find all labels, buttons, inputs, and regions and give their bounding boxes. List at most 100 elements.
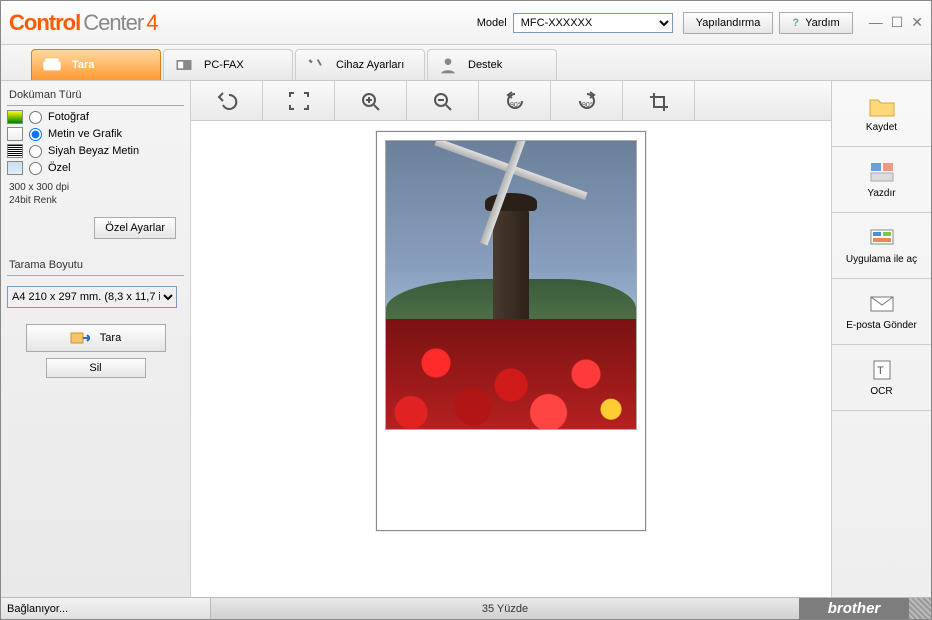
fit-icon xyxy=(288,91,310,111)
doctype-textgraphic[interactable]: Metin ve Grafik xyxy=(7,127,184,141)
doctype-photo-radio[interactable] xyxy=(29,111,42,124)
close-button[interactable]: ✕ xyxy=(911,14,923,31)
tab-support[interactable]: Destek xyxy=(427,49,557,80)
tab-scan[interactable]: Tara xyxy=(31,49,161,80)
help-icon: ? xyxy=(792,17,799,29)
maximize-button[interactable]: ☐ xyxy=(891,14,904,31)
app-logo: ControlCenter4 xyxy=(9,10,158,36)
window-controls: — ☐ ✕ xyxy=(869,14,923,31)
statusbar: Bağlanıyor... 35 Yüzde brother xyxy=(1,597,931,619)
tab-pcfax-label: PC-FAX xyxy=(204,59,244,71)
doctype-custom-radio[interactable] xyxy=(29,162,42,175)
tab-device-label: Cihaz Ayarları xyxy=(336,59,404,71)
scanned-page[interactable] xyxy=(376,131,646,531)
zoom-in-button[interactable] xyxy=(335,81,407,120)
crop-icon xyxy=(648,91,670,111)
open-app-icon xyxy=(868,226,896,250)
size-title: Tarama Boyutu xyxy=(7,255,184,276)
tools-icon xyxy=(306,56,326,74)
rotate-cw-icon: 90° xyxy=(574,91,600,111)
textgraphic-icon xyxy=(7,127,23,141)
person-icon xyxy=(438,56,458,74)
scan-button-label: Tara xyxy=(100,332,121,344)
minimize-button[interactable]: — xyxy=(869,14,883,31)
status-brand: brother xyxy=(799,598,909,619)
scan-size-select[interactable]: A4 210 x 297 mm. (8,3 x 11,7 inç) xyxy=(7,286,177,308)
svg-text:90°: 90° xyxy=(510,101,521,109)
doctype-bw-radio[interactable] xyxy=(29,145,42,158)
doctype-photo-label: Fotoğraf xyxy=(48,111,89,123)
toolbar-rest xyxy=(695,81,831,120)
custom-settings-button[interactable]: Özel Ayarlar xyxy=(94,217,176,239)
action-print[interactable]: Yazdır xyxy=(832,147,931,213)
resize-grip[interactable] xyxy=(909,598,931,619)
action-email-label: E-posta Gönder xyxy=(846,320,917,331)
logo-word-2: Center xyxy=(83,10,143,35)
folder-icon xyxy=(868,94,896,118)
scan-button[interactable]: Tara xyxy=(26,324,166,352)
scan-meta-color: 24bit Renk xyxy=(9,194,184,207)
configure-button[interactable]: Yapılandırma xyxy=(683,12,774,34)
preview-toolbar: 90° 90° xyxy=(191,81,831,121)
help-button[interactable]: ? Yardım xyxy=(779,12,852,34)
fit-button[interactable] xyxy=(263,81,335,120)
doctype-photo[interactable]: Fotoğraf xyxy=(7,110,184,124)
rotate-ccw-icon: 90° xyxy=(502,91,528,111)
email-icon xyxy=(868,292,896,316)
action-ocr-label: OCR xyxy=(870,386,892,397)
status-left: Bağlanıyor... xyxy=(1,598,211,619)
status-center: 35 Yüzde xyxy=(211,603,799,615)
bw-icon xyxy=(7,144,23,158)
action-save[interactable]: Kaydet xyxy=(832,81,931,147)
action-open-app-label: Uygulama ile aç xyxy=(846,254,917,265)
doctype-textgraphic-label: Metin ve Grafik xyxy=(48,128,122,140)
action-open-app[interactable]: Uygulama ile aç xyxy=(832,213,931,279)
logo-word-3: 4 xyxy=(146,10,157,35)
tab-pcfax[interactable]: PC-FAX xyxy=(163,49,293,80)
action-email[interactable]: E-posta Gönder xyxy=(832,279,931,345)
logo-word-1: Control xyxy=(9,10,80,35)
doctype-textgraphic-radio[interactable] xyxy=(29,128,42,141)
zoom-out-icon xyxy=(432,91,454,111)
tab-support-label: Destek xyxy=(468,59,502,71)
zoom-out-button[interactable] xyxy=(407,81,479,120)
photo-icon xyxy=(7,110,23,124)
print-icon xyxy=(868,160,896,184)
svg-text:90°: 90° xyxy=(582,101,593,109)
rotate-cw-button[interactable]: 90° xyxy=(551,81,623,120)
scan-meta: 300 x 300 dpi 24bit Renk xyxy=(9,181,184,207)
model-label: Model xyxy=(477,17,507,29)
main-tabs: Tara PC-FAX Cihaz Ayarları Destek xyxy=(1,45,931,81)
fax-icon xyxy=(174,56,194,74)
scan-button-icon xyxy=(70,329,90,347)
doctype-title: Doküman Türü xyxy=(7,85,184,106)
titlebar: ControlCenter4 Model MFC-XXXXXX Yapıland… xyxy=(1,1,931,45)
right-panel: Kaydet Yazdır Uygulama ile aç E-posta Gö… xyxy=(831,81,931,597)
tab-scan-label: Tara xyxy=(72,59,94,71)
tab-device[interactable]: Cihaz Ayarları xyxy=(295,49,425,80)
svg-text:T: T xyxy=(877,365,884,377)
ocr-icon: T xyxy=(868,358,896,382)
undo-button[interactable] xyxy=(191,81,263,120)
scan-icon xyxy=(42,56,62,74)
help-button-label: Yardım xyxy=(805,17,840,29)
preview-canvas[interactable] xyxy=(191,121,831,597)
doctype-bw-label: Siyah Beyaz Metin xyxy=(48,145,139,157)
clear-button[interactable]: Sil xyxy=(46,358,146,378)
action-print-label: Yazdır xyxy=(867,188,895,199)
main-area: Doküman Türü Fotoğraf Metin ve Grafik Si… xyxy=(1,81,931,597)
crop-button[interactable] xyxy=(623,81,695,120)
doctype-bw[interactable]: Siyah Beyaz Metin xyxy=(7,144,184,158)
zoom-in-icon xyxy=(360,91,382,111)
scan-meta-dpi: 300 x 300 dpi xyxy=(9,181,184,194)
doctype-custom-label: Özel xyxy=(48,162,71,174)
rotate-ccw-button[interactable]: 90° xyxy=(479,81,551,120)
scanned-photo xyxy=(385,140,637,430)
doctype-custom[interactable]: Özel xyxy=(7,161,184,175)
left-panel: Doküman Türü Fotoğraf Metin ve Grafik Si… xyxy=(1,81,191,597)
view-area: 90° 90° xyxy=(191,81,831,597)
custom-icon xyxy=(7,161,23,175)
action-ocr[interactable]: T OCR xyxy=(832,345,931,411)
undo-icon xyxy=(215,91,239,111)
model-select[interactable]: MFC-XXXXXX xyxy=(513,13,673,33)
